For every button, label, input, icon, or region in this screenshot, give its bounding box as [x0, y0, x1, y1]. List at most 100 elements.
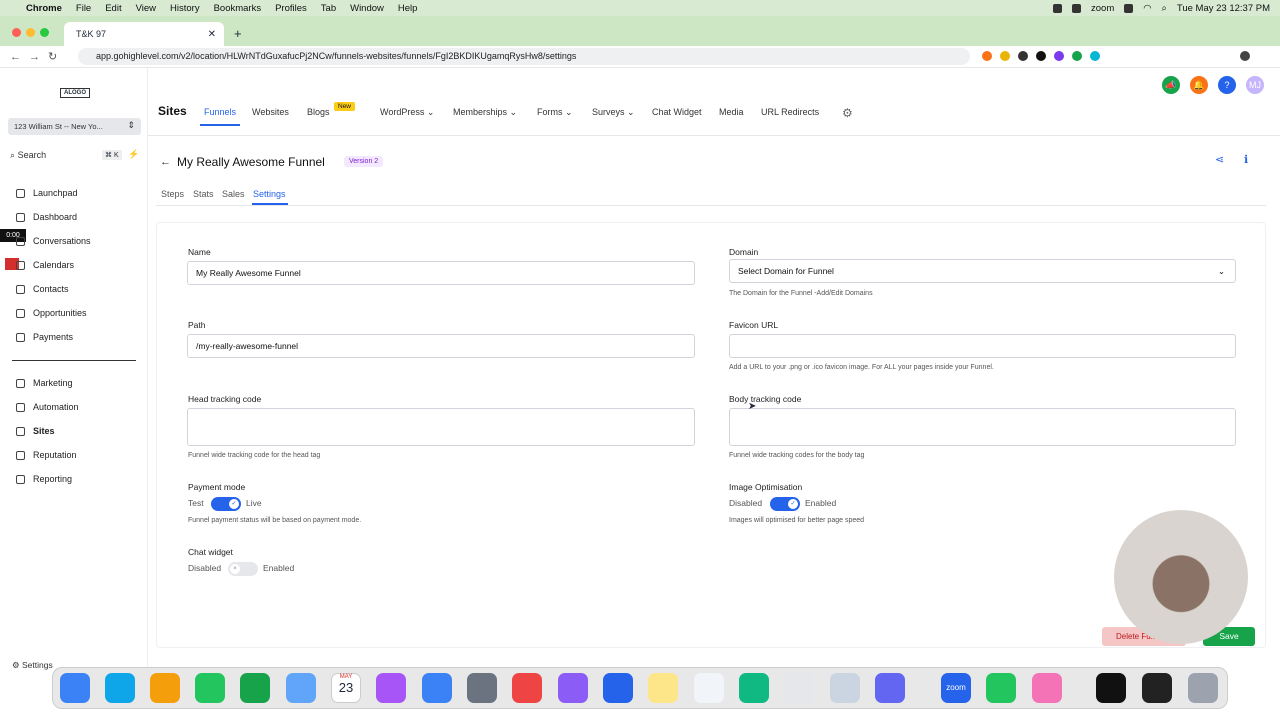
launchpad-icon[interactable]: [150, 673, 180, 703]
tab-websites[interactable]: Websites: [252, 107, 289, 117]
name-input[interactable]: My Really Awesome Funnel: [187, 261, 695, 285]
freeform-icon[interactable]: [694, 673, 724, 703]
tab-forms[interactable]: Forms ⌄: [537, 107, 573, 118]
domain-select[interactable]: Select Domain for Funnel ⌄: [729, 259, 1236, 283]
extension-icon[interactable]: [1018, 51, 1028, 61]
sidebar-item-opportunities[interactable]: Opportunities: [16, 308, 87, 318]
app-icon[interactable]: [986, 673, 1016, 703]
payment-mode-toggle[interactable]: ✓: [211, 497, 241, 511]
info-icon[interactable]: ℹ: [1244, 153, 1248, 166]
messages-icon[interactable]: [195, 673, 225, 703]
menu-app-name[interactable]: Chrome: [26, 3, 62, 14]
slack-icon[interactable]: [1032, 673, 1062, 703]
sidebar-search[interactable]: ⌕ Search: [10, 150, 46, 161]
favicon-input[interactable]: [729, 334, 1236, 358]
window-thumbnail[interactable]: [1142, 673, 1172, 703]
reload-icon[interactable]: ↻: [48, 51, 65, 63]
menu-view[interactable]: View: [136, 3, 156, 14]
forward-icon[interactable]: →: [29, 51, 48, 63]
sidebar-item-contacts[interactable]: Contacts: [16, 284, 69, 294]
app-icon[interactable]: [875, 673, 905, 703]
sidebar-item-calendars[interactable]: Calendars: [16, 260, 74, 270]
mail-icon[interactable]: [286, 673, 316, 703]
finder-icon[interactable]: [60, 673, 90, 703]
tab-steps[interactable]: Steps: [161, 189, 184, 199]
url-bar[interactable]: app.gohighlevel.com/v2/location/HLWrNTdG…: [78, 48, 970, 65]
sidebar-item-settings[interactable]: ⚙ Settings: [12, 660, 53, 671]
screenshot-icon[interactable]: [784, 673, 814, 703]
window-thumbnail[interactable]: [1096, 673, 1126, 703]
image-optimisation-toggle[interactable]: ✓: [770, 497, 800, 511]
wifi-icon[interactable]: ◠: [1143, 3, 1151, 14]
sidebar-item-sites[interactable]: Sites: [16, 426, 55, 436]
tab-memberships[interactable]: Memberships ⌄: [453, 107, 517, 118]
extension-icon[interactable]: [1000, 51, 1010, 61]
menu-bookmarks[interactable]: Bookmarks: [214, 3, 262, 14]
minimize-window-icon[interactable]: [26, 28, 35, 37]
preview-icon[interactable]: [830, 673, 860, 703]
tab-wordpress[interactable]: WordPress ⌄: [380, 107, 434, 118]
safari-icon[interactable]: [105, 673, 135, 703]
zoom-status[interactable]: zoom: [1091, 3, 1114, 14]
podcasts-icon[interactable]: [376, 673, 406, 703]
trash-icon[interactable]: [1188, 673, 1218, 703]
sidebar-item-reporting[interactable]: Reporting: [16, 474, 72, 484]
extension-icon[interactable]: [1090, 51, 1100, 61]
settings-gear-icon[interactable]: ⚙: [842, 106, 853, 120]
sidebar-item-payments[interactable]: Payments: [16, 332, 73, 342]
share-icon[interactable]: ⋖: [1215, 153, 1224, 166]
sidebar-item-marketing[interactable]: Marketing: [16, 378, 73, 388]
tab-stats[interactable]: Stats: [193, 189, 214, 199]
tab-sales[interactable]: Sales: [222, 189, 245, 199]
notes-icon[interactable]: [648, 673, 678, 703]
tab-surveys[interactable]: Surveys ⌄: [592, 107, 635, 118]
help-icon[interactable]: ?: [1218, 76, 1236, 94]
sidebar-item-reputation[interactable]: Reputation: [16, 450, 77, 460]
sidebar-item-automation[interactable]: Automation: [16, 402, 79, 412]
close-window-icon[interactable]: [12, 28, 21, 37]
clickup-icon[interactable]: [558, 673, 588, 703]
avatar[interactable]: MJ: [1246, 76, 1264, 94]
bolt-icon[interactable]: ⚡: [128, 149, 139, 160]
zoom-app-icon[interactable]: zoom: [941, 673, 971, 703]
extension-icon[interactable]: [1036, 51, 1046, 61]
facetime-icon[interactable]: [240, 673, 270, 703]
battery-icon[interactable]: [1124, 3, 1134, 13]
tab-url-redirects[interactable]: URL Redirects: [761, 107, 819, 117]
search-icon[interactable]: ⌕: [1162, 3, 1167, 14]
system-settings-icon[interactable]: [467, 673, 497, 703]
location-switcher[interactable]: 123 William St -- New Yo... ⇕: [8, 118, 141, 135]
close-tab-icon[interactable]: ✕: [208, 29, 216, 40]
browser-tab[interactable]: T&K 97 ✕: [64, 22, 224, 46]
chat-widget-toggle[interactable]: ×: [228, 562, 258, 576]
tab-blogs[interactable]: Blogs: [307, 107, 330, 117]
app-icon[interactable]: [603, 673, 633, 703]
extension-icon[interactable]: [982, 51, 992, 61]
menu-tab[interactable]: Tab: [321, 3, 336, 14]
tab-funnels[interactable]: Funnels: [204, 107, 236, 117]
menu-window[interactable]: Window: [350, 3, 384, 14]
tab-settings[interactable]: Settings: [253, 189, 286, 199]
status-icon[interactable]: [1053, 3, 1063, 13]
extension-icon[interactable]: [1054, 51, 1064, 61]
profile-icon[interactable]: [1240, 51, 1250, 61]
head-tracking-textarea[interactable]: [187, 408, 695, 446]
path-input[interactable]: /my-really-awesome-funnel: [187, 334, 695, 358]
calendar-icon[interactable]: MAY 23: [331, 673, 361, 703]
back-icon[interactable]: ←: [10, 51, 29, 63]
tab-chat-widget[interactable]: Chat Widget: [652, 107, 702, 117]
menu-profiles[interactable]: Profiles: [275, 3, 307, 14]
sidebar-item-dashboard[interactable]: Dashboard: [16, 212, 77, 222]
sidebar-item-launchpad[interactable]: Launchpad: [16, 188, 78, 198]
menu-history[interactable]: History: [170, 3, 200, 14]
body-tracking-textarea[interactable]: [729, 408, 1236, 446]
app-store-icon[interactable]: [422, 673, 452, 703]
menu-edit[interactable]: Edit: [105, 3, 121, 14]
sidebar-item-conversations[interactable]: Conversations: [16, 236, 91, 246]
menu-help[interactable]: Help: [398, 3, 418, 14]
bell-icon[interactable]: 🔔: [1190, 76, 1208, 94]
new-tab-icon[interactable]: +: [234, 26, 242, 41]
whatsapp-icon[interactable]: [739, 673, 769, 703]
extension-icon[interactable]: [1072, 51, 1082, 61]
datetime[interactable]: Tue May 23 12:37 PM: [1177, 3, 1270, 14]
